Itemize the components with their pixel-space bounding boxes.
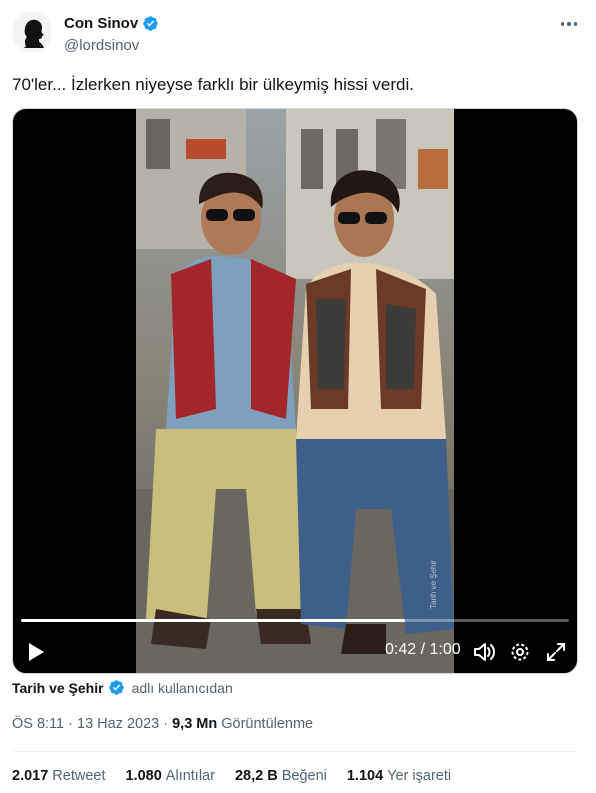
bookmarks-count: 1.104 (346, 768, 384, 784)
author-name-row[interactable]: Con Sinov (64, 15, 159, 32)
likes-count: 28,2 B (234, 768, 278, 784)
video-player[interactable]: Tarih ve Şehir 0:42 / 1:00 (12, 108, 578, 674)
play-icon[interactable] (23, 639, 49, 665)
likes-label: Beğeni (281, 768, 327, 784)
tweet-meta: ÖS 8:11 · 13 Haz 2023 · 9,3 Mn Görüntüle… (12, 716, 313, 732)
divider (12, 751, 578, 752)
volume-icon[interactable] (471, 639, 497, 665)
retweets-count: 2.017 (12, 768, 49, 784)
display-name[interactable]: Con Sinov (64, 15, 138, 32)
verified-badge-icon (143, 16, 158, 31)
video-watermark: Tarih ve Şehir (429, 560, 438, 609)
more-options-icon[interactable] (556, 14, 582, 34)
tweet-timestamp[interactable]: ÖS 8:11 · 13 Haz 2023 · (12, 716, 168, 732)
verified-badge-icon (108, 680, 124, 695)
video-still-image: Tarih ve Şehir (136, 109, 454, 673)
retweets-label: Retweet (52, 768, 106, 784)
bookmarks-label: Yer işareti (387, 768, 452, 784)
author-handle[interactable]: @lordsinov (64, 37, 139, 54)
likes-stat[interactable]: 28,2 B Beğeni (235, 768, 327, 784)
quotes-label: Alıntılar (165, 768, 215, 784)
video-source-attribution: Tarih ve Şehir adlı kullanıcıdan (12, 679, 233, 696)
silhouette-portrait-icon (12, 12, 52, 52)
source-suffix: adlı kullanıcıdan (131, 679, 233, 696)
tweet-text: 70'ler... İzlerken niyeyse farklı bir ül… (12, 75, 414, 94)
settings-gear-icon[interactable] (507, 639, 533, 665)
tweet: Con Sinov @lordsinov 70'ler... İzlerken … (0, 0, 596, 793)
video-time: 0:42 / 1:00 (385, 641, 461, 658)
quotes-count: 1.080 (125, 768, 162, 784)
source-name[interactable]: Tarih ve Şehir (12, 680, 104, 696)
avatar[interactable] (12, 12, 52, 52)
video-progress-fill (21, 619, 405, 622)
bookmarks-stat[interactable]: 1.104 Yer işareti (347, 768, 451, 784)
retweets-stat[interactable]: 2.017 Retweet (12, 768, 106, 784)
engagement-stats: 2.017 Retweet 1.080 Alıntılar 28,2 B Beğ… (12, 768, 451, 784)
fullscreen-icon[interactable] (543, 639, 569, 665)
quotes-stat[interactable]: 1.080 Alıntılar (126, 768, 215, 784)
views-count: 9,3 Mn (172, 716, 218, 732)
video-frame: Tarih ve Şehir (136, 109, 454, 673)
video-progress-bar[interactable] (21, 619, 569, 622)
views-label: Görüntülenme (221, 716, 314, 732)
